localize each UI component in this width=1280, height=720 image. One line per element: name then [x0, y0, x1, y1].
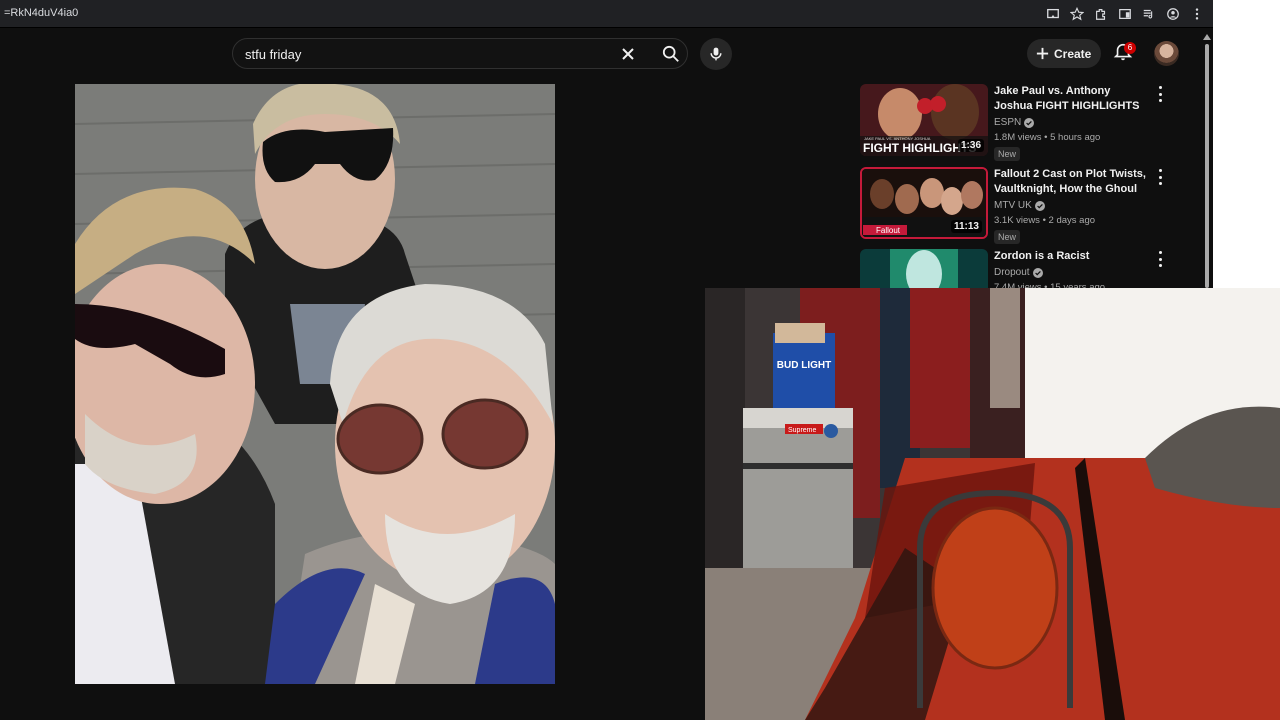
search-input[interactable]: stfu friday — [232, 38, 688, 69]
search-icon — [662, 45, 679, 62]
browser-toolbar: =RkN4duV4ia0 — [0, 0, 1213, 28]
close-icon[interactable] — [619, 45, 637, 63]
video-title[interactable]: Jake Paul vs. Anthony Joshua FIGHT HIGHL… — [994, 84, 1146, 114]
address-bar-text[interactable]: =RkN4duV4ia0 — [4, 7, 78, 19]
channel-label[interactable]: Dropout — [994, 267, 1030, 278]
scroll-up-arrow[interactable] — [1203, 34, 1211, 40]
cast-icon[interactable] — [1043, 5, 1063, 23]
avatar[interactable] — [1154, 41, 1179, 66]
video-image — [75, 84, 555, 684]
media-control-icon[interactable] — [1139, 5, 1159, 23]
video-meta: 1.8M views • 5 hours ago — [994, 132, 1101, 143]
profile-icon[interactable] — [1163, 5, 1183, 23]
voice-search-button[interactable] — [700, 38, 732, 70]
more-options-icon[interactable] — [1156, 86, 1164, 102]
channel-name[interactable]: ESPN — [994, 117, 1035, 128]
new-badge: New — [994, 147, 1021, 161]
video-thumbnail[interactable]: Fallout 11:13 — [860, 167, 988, 239]
page: =RkN4duV4ia0 stfu friday Create 6 JAKE P… — [0, 0, 1280, 720]
upload-age: 2 days ago — [1048, 215, 1096, 226]
webcam-overlay: Supreme BUD LIGHT — [705, 288, 1280, 720]
webcam-image: Supreme BUD LIGHT — [705, 288, 1280, 720]
create-button-label: Create — [1054, 46, 1092, 61]
thumb-caption: Fallout — [876, 226, 901, 235]
video-title[interactable]: Fallout 2 Cast on Plot Twists, Vaultknig… — [994, 167, 1146, 197]
plus-icon — [1036, 47, 1049, 60]
upload-age: 5 hours ago — [1050, 132, 1101, 143]
microphone-icon — [710, 47, 722, 61]
notification-count-badge: 6 — [1124, 42, 1136, 54]
bookmark-star-icon[interactable] — [1067, 5, 1087, 23]
channel-label[interactable]: MTV UK — [994, 200, 1032, 211]
new-badge: New — [994, 230, 1021, 244]
verified-icon — [1024, 117, 1035, 128]
video-duration: 11:13 — [950, 220, 982, 233]
recommendation-item[interactable]: JAKE PAUL VS. ANTHONY JOSHUA FIGHT HIGHL… — [860, 84, 1205, 161]
kebab-menu-icon[interactable] — [1187, 5, 1207, 23]
browser-toolbar-icons — [1043, 5, 1207, 23]
more-options-icon[interactable] — [1156, 251, 1164, 267]
sticker-text: Supreme — [788, 427, 817, 434]
box-brand: BUD LIGHT — [777, 360, 831, 371]
view-count: 1.8M views — [994, 132, 1042, 143]
video-duration: 1:36 — [957, 139, 984, 152]
window-background — [1213, 0, 1280, 290]
recommendation-item[interactable]: Fallout 11:13 Fallout 2 Cast on Plot Twi… — [860, 167, 1205, 244]
view-count: 3.1K views — [994, 215, 1040, 226]
video-thumbnail[interactable]: JAKE PAUL VS. ANTHONY JOSHUA FIGHT HIGHL… — [860, 84, 988, 156]
more-options-icon[interactable] — [1156, 169, 1164, 185]
video-meta: 3.1K views • 2 days ago — [994, 215, 1096, 226]
verified-icon — [1032, 267, 1043, 278]
channel-name[interactable]: MTV UK — [994, 200, 1045, 211]
create-button[interactable]: Create — [1027, 39, 1101, 68]
sidepanel-icon[interactable] — [1115, 5, 1135, 23]
channel-label[interactable]: ESPN — [994, 117, 1021, 128]
channel-name[interactable]: Dropout — [994, 267, 1043, 278]
extensions-icon[interactable] — [1091, 5, 1111, 23]
main-video-frame[interactable] — [75, 84, 555, 684]
verified-icon — [1034, 200, 1045, 211]
scroll-thumb[interactable] — [1205, 44, 1209, 288]
video-title[interactable]: Zordon is a Racist — [994, 249, 1146, 264]
search-query[interactable]: stfu friday — [245, 47, 301, 62]
search-button[interactable] — [653, 39, 689, 68]
